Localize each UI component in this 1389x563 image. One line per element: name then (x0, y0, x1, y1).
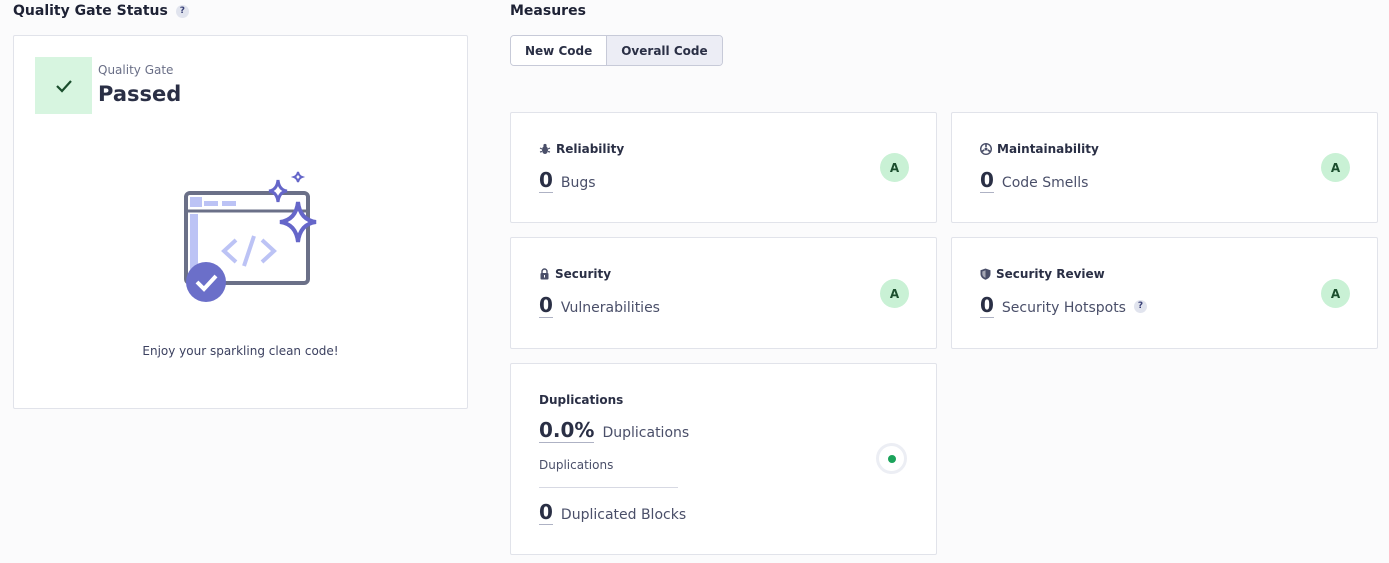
reliability-rating[interactable]: A (880, 153, 909, 182)
quality-gate-section-title: Quality Gate Status ? (13, 3, 189, 19)
code-smells-label: Code Smells (1001, 175, 1089, 191)
security-review-title: Security Review (980, 267, 1105, 281)
quality-gate-status: Passed (98, 82, 182, 106)
reliability-card: Reliability 0 Bugs A (510, 112, 937, 223)
maintainability-rating[interactable]: A (1321, 153, 1350, 182)
bug-icon (539, 143, 551, 154)
security-review-label: Security Review (996, 267, 1105, 281)
duplicated-blocks-count[interactable]: 0 (539, 501, 553, 525)
lock-icon (540, 268, 549, 280)
security-hotspots-count[interactable]: 0 (980, 294, 994, 318)
duplications-sub-label: Duplications (539, 458, 614, 472)
duplications-title: Duplications (539, 393, 623, 407)
divider (539, 487, 678, 488)
duplications-measure: 0.0% Duplications (539, 419, 689, 443)
duplications-status-dot (887, 454, 896, 463)
security-hotspots-label: Security Hotspots (1001, 300, 1126, 316)
quality-gate-status-badge (35, 57, 92, 114)
quality-gate-title: Quality Gate Status (13, 3, 168, 19)
shield-icon (980, 268, 991, 280)
duplicated-blocks-label: Duplicated Blocks (560, 507, 687, 523)
quality-gate-card: Quality Gate Passed Enjoy your sparkling… (13, 35, 468, 409)
maintainability-icon (980, 143, 992, 155)
maintainability-title: Maintainability (980, 142, 1099, 156)
security-label: Security (555, 267, 612, 281)
security-review-rating[interactable]: A (1321, 279, 1350, 308)
quality-gate-label: Quality Gate (98, 63, 174, 77)
duplications-label: Duplications (539, 393, 624, 407)
bugs-count[interactable]: 0 (539, 169, 553, 193)
maintainability-card: Maintainability 0 Code Smells A (951, 112, 1378, 223)
security-review-card: Security Review 0 Security Hotspots ? A (951, 237, 1378, 349)
checkmark-icon (55, 79, 72, 93)
duplications-indicator (876, 443, 907, 474)
duplications-card: Duplications 0.0% Duplications Duplicati… (510, 363, 937, 555)
security-review-measure: 0 Security Hotspots ? (980, 294, 1147, 318)
bugs-label: Bugs (560, 175, 596, 191)
duplications-percentage[interactable]: 0.0% (539, 419, 595, 443)
reliability-measure: 0 Bugs (539, 169, 596, 193)
tab-overall-code[interactable]: Overall Code (606, 36, 722, 65)
security-title: Security (539, 267, 611, 281)
security-card: Security 0 Vulnerabilities A (510, 237, 937, 349)
duplicated-blocks-measure: 0 Duplicated Blocks (539, 501, 686, 525)
code-smells-count[interactable]: 0 (980, 169, 994, 193)
tab-new-code[interactable]: New Code (511, 36, 607, 65)
security-rating[interactable]: A (880, 279, 909, 308)
code-period-toggle: New Code Overall Code (510, 35, 723, 66)
quality-gate-message: Enjoy your sparkling clean code! (142, 344, 339, 358)
help-icon[interactable]: ? (175, 4, 189, 18)
maintainability-measure: 0 Code Smells (980, 169, 1088, 193)
reliability-label: Reliability (556, 142, 625, 156)
vulnerabilities-count[interactable]: 0 (539, 294, 553, 318)
duplications-metric-label: Duplications (602, 425, 690, 441)
clean-code-illustration (184, 171, 317, 302)
vulnerabilities-label: Vulnerabilities (560, 300, 660, 316)
maintainability-label: Maintainability (997, 142, 1099, 156)
help-icon[interactable]: ? (1133, 299, 1147, 313)
security-measure: 0 Vulnerabilities (539, 294, 660, 318)
measures-title: Measures (510, 3, 586, 19)
reliability-title: Reliability (539, 142, 624, 156)
measures-section-title: Measures (510, 3, 586, 19)
